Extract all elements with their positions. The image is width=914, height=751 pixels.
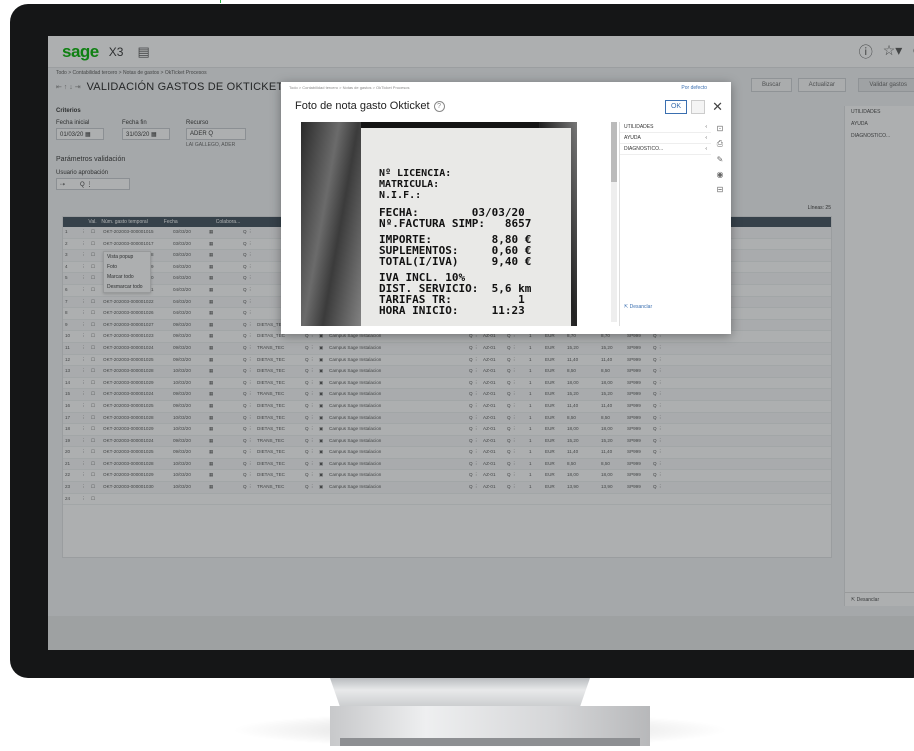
monitor-stand-base: [330, 706, 650, 746]
modal-side-utilidades[interactable]: UTILIDADES ‹: [620, 122, 711, 133]
modal-side-diagnostico-label: DIAGNOSTICO...: [624, 146, 664, 152]
receipt-line: TOTAL(I/IVA) 9,40 €: [379, 255, 532, 268]
receipt-line: Nº LICENCIA:: [379, 168, 452, 179]
receipt-line: N.I.F.:: [379, 190, 422, 201]
modal-side-panel: UTILIDADES ‹ AYUDA ‹ DIAGNOSTICO... ‹ ⇱ Des…: [619, 122, 711, 326]
receipt-line: HORA INICIO: 11:23: [379, 304, 525, 317]
eye-icon[interactable]: ◉: [717, 170, 724, 179]
modal-desanclar[interactable]: ⇱ Desanclar: [624, 304, 652, 310]
receipt-line: MATRICULA:: [379, 179, 440, 190]
photo-background: [301, 122, 361, 326]
chevron-left-icon: ‹: [705, 146, 707, 152]
modal-desanclar-label: Desanclar: [629, 304, 653, 310]
modal-side-utilidades-label: UTILIDADES: [624, 124, 654, 130]
stage: sage X3 ▤ ⓘ ☆▾ ⊘ Todo > Contabilidad ter…: [0, 0, 914, 751]
monitor-stand-neck: [330, 678, 590, 708]
receipt-paper: Nº LICENCIA: MATRICULA: N.I.F.: FECHA: 03/0…: [361, 128, 571, 326]
default-dropdown[interactable]: Por defecto: [681, 85, 707, 91]
pencil-icon[interactable]: ✎: [717, 155, 724, 164]
help-icon[interactable]: ?: [433, 100, 445, 112]
modal-scrollbar[interactable]: [611, 122, 617, 322]
photo-modal: Todo > Contabilidad tercero > Notas de g…: [281, 82, 731, 334]
modal-breadcrumb: Todo > Contabilidad tercero > Notas de g…: [289, 85, 410, 90]
receipt-photo: Nº LICENCIA: MATRICULA: N.I.F.: FECHA: 03/0…: [301, 122, 577, 326]
chevron-left-icon: ‹: [705, 135, 707, 141]
modal-title-text: Foto de nota gasto Okticket: [295, 100, 430, 112]
modal-side-ayuda[interactable]: AYUDA ‹: [620, 133, 711, 144]
print-icon[interactable]: ⎙: [717, 139, 723, 149]
modal-side-diagnostico[interactable]: DIAGNOSTICO... ‹: [620, 144, 711, 155]
ok-button[interactable]: OK: [665, 100, 687, 114]
scrollbar-thumb[interactable]: [611, 122, 617, 182]
modal-title: Foto de nota gasto Okticket?: [295, 100, 445, 112]
modal-toolbar: ⊡ ⎙ ✎ ◉ ⊟: [713, 124, 727, 194]
modal-extra-button[interactable]: [691, 100, 705, 114]
screen: sage X3 ▤ ⓘ ☆▾ ⊘ Todo > Contabilidad ter…: [48, 36, 914, 650]
close-icon[interactable]: ✕: [712, 99, 723, 115]
expand-icon[interactable]: ⊡: [717, 124, 724, 133]
printer-icon[interactable]: ⊟: [717, 185, 724, 194]
receipt-line: Nº.FACTURA SIMP: 8657: [379, 217, 532, 230]
chevron-left-icon: ‹: [705, 124, 707, 130]
modal-side-ayuda-label: AYUDA: [624, 135, 641, 141]
monitor-frame: sage X3 ▤ ⓘ ☆▾ ⊘ Todo > Contabilidad ter…: [10, 4, 914, 678]
